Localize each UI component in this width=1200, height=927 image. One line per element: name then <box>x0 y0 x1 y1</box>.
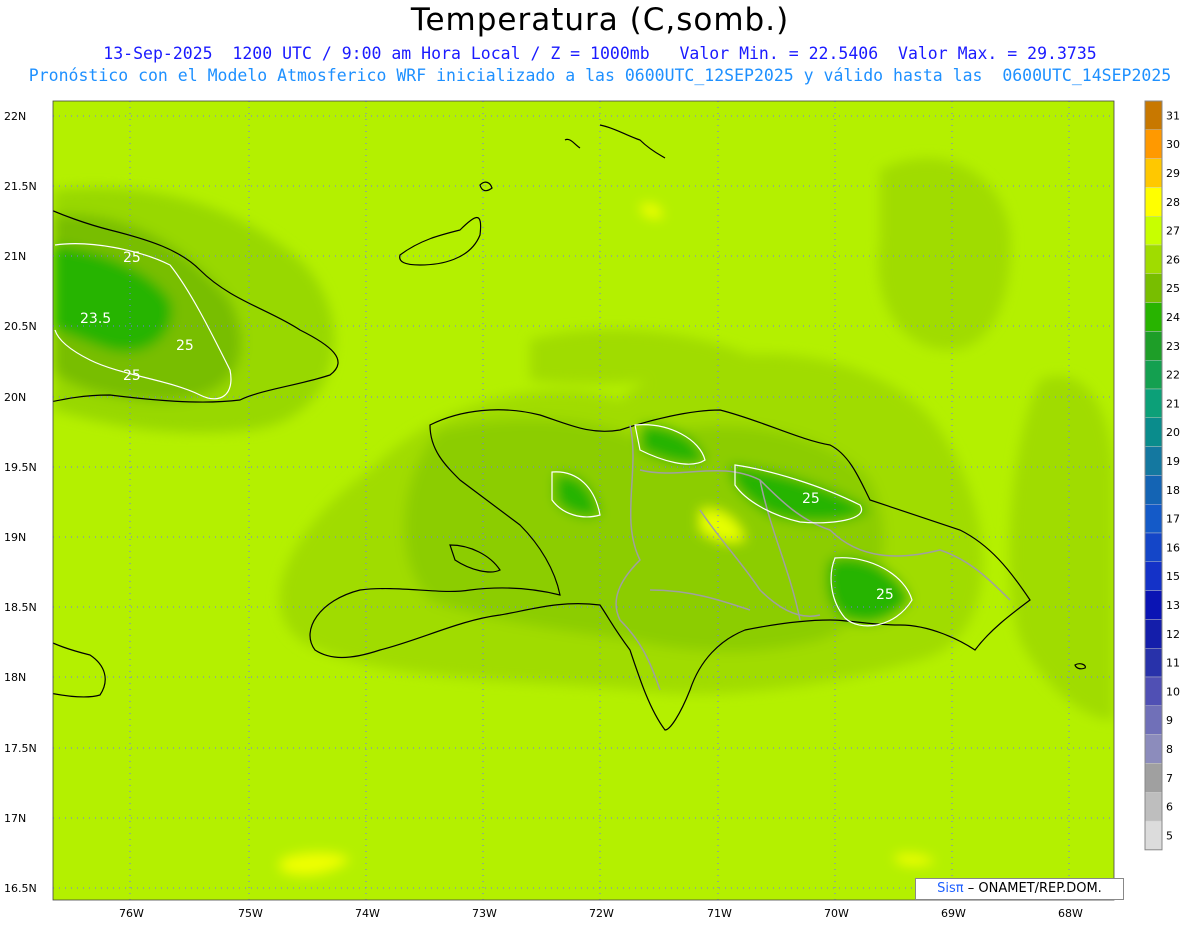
legend-label: 7 <box>1166 772 1173 785</box>
legend-swatch <box>1144 302 1163 332</box>
legend-label: 12 <box>1166 628 1180 641</box>
lat-label: 16.5N <box>4 882 37 895</box>
legend-swatch <box>1144 561 1163 591</box>
contour-label: 25 <box>123 250 141 266</box>
legend-label: 30 <box>1166 138 1180 151</box>
credit-brand: Sisπ <box>937 881 964 896</box>
lon-label: 74W <box>355 907 380 920</box>
legend-swatch <box>1144 360 1163 390</box>
lon-label: 76W <box>119 907 144 920</box>
lon-label: 73W <box>472 907 497 920</box>
legend-label: 17 <box>1166 513 1180 526</box>
legend-label: 22 <box>1166 369 1180 382</box>
legend-label: 8 <box>1166 743 1173 756</box>
legend-swatch <box>1144 215 1163 246</box>
legend-label: 21 <box>1166 397 1180 410</box>
legend-swatch <box>1144 734 1163 764</box>
legend-swatch <box>1144 244 1163 274</box>
legend-label: 16 <box>1166 541 1180 554</box>
legend-label: 5 <box>1166 829 1173 842</box>
lon-label: 71W <box>707 907 732 920</box>
lon-label: 75W <box>238 907 263 920</box>
legend-label: 15 <box>1166 570 1180 583</box>
legend-label: 6 <box>1166 801 1173 814</box>
lon-label: 72W <box>589 907 614 920</box>
lat-label: 17N <box>4 812 26 825</box>
legend-swatch <box>1144 763 1163 793</box>
legend-label: 27 <box>1166 225 1180 238</box>
contour-label: 25 <box>802 491 820 507</box>
legend-swatch <box>1144 619 1163 649</box>
contour-label: 25 <box>176 338 194 354</box>
legend-label: 23 <box>1166 340 1180 353</box>
legend-label: 11 <box>1166 657 1180 670</box>
legend-label: 19 <box>1166 455 1180 468</box>
lat-label: 21.5N <box>4 180 37 193</box>
credit-text: – ONAMET/REP.DOM. <box>967 881 1102 896</box>
legend-label: 9 <box>1166 714 1173 727</box>
lat-label: 18.5N <box>4 601 37 614</box>
legend-swatch <box>1144 158 1163 188</box>
lat-label: 17.5N <box>4 742 37 755</box>
legend-label: 24 <box>1166 311 1180 324</box>
contour-label: 25 <box>876 587 894 603</box>
lon-label: 69W <box>941 907 966 920</box>
legend-label: 28 <box>1166 196 1180 209</box>
legend-swatch <box>1144 532 1163 562</box>
contour-label: 23.5 <box>80 311 111 327</box>
legend-swatch <box>1144 129 1163 159</box>
legend-label: 26 <box>1166 253 1180 266</box>
credit-box: Sisπ – ONAMET/REP.DOM. <box>915 878 1124 900</box>
lon-label: 70W <box>824 907 849 920</box>
legend-swatch <box>1144 648 1163 678</box>
lat-label: 19N <box>4 531 26 544</box>
legend-swatch <box>1144 590 1163 620</box>
legend-swatch <box>1144 100 1163 130</box>
legend-swatch <box>1144 446 1163 476</box>
legend-swatch <box>1144 417 1163 447</box>
lat-label: 21N <box>4 250 26 263</box>
legend-label: 20 <box>1166 426 1180 439</box>
legend-label: 18 <box>1166 484 1180 497</box>
lat-label: 22N <box>4 110 26 123</box>
legend-label: 10 <box>1166 685 1180 698</box>
legend-swatch <box>1144 273 1163 303</box>
legend-swatch <box>1144 705 1163 735</box>
latitude-axis: 22N 21.5N 21N 20.5N 20N 19.5N 19N 18.5N … <box>4 110 37 895</box>
legend-swatch <box>1144 388 1163 418</box>
legend-swatch <box>1144 820 1163 850</box>
lat-label: 20.5N <box>4 320 37 333</box>
lat-label: 18N <box>4 671 26 684</box>
legend-swatch <box>1144 187 1163 217</box>
legend-swatch <box>1144 504 1163 534</box>
longitude-axis: 76W 75W 74W 73W 72W 71W 70W 69W 68W <box>119 907 1083 920</box>
legend-label: 13 <box>1166 599 1180 612</box>
lon-label: 68W <box>1058 907 1083 920</box>
legend-label: 25 <box>1166 282 1180 295</box>
legend-label: 31 <box>1166 109 1180 122</box>
lat-label: 20N <box>4 391 26 404</box>
color-legend: 31 30 29 28 27 26 25 24 23 22 21 20 19 18 17 16 15 13 12 11… <box>1144 100 1180 851</box>
legend-swatch <box>1144 331 1163 361</box>
legend-swatch <box>1144 475 1163 505</box>
contour-label: 25 <box>123 368 141 384</box>
legend-label: 29 <box>1166 167 1180 180</box>
legend-swatch <box>1144 792 1163 822</box>
temperature-map: 25 23.5 25 25 25 25 22N 21.5N 21N 20.5N … <box>4 100 1180 920</box>
legend-swatch <box>1144 676 1163 706</box>
lat-label: 19.5N <box>4 461 37 474</box>
